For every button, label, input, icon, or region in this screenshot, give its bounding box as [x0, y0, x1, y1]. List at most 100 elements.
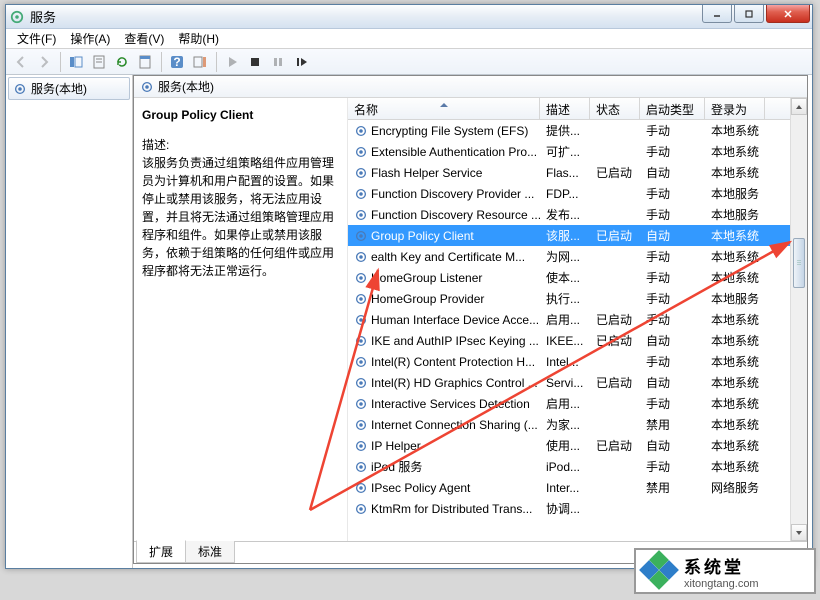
cell-status: 已启动: [590, 311, 640, 328]
cell-startup: 自动: [640, 227, 705, 244]
cell-logon: 本地服务: [705, 290, 765, 307]
service-row[interactable]: Group Policy Client该服...已启动自动本地系统: [348, 225, 790, 246]
svg-text:?: ?: [173, 55, 180, 69]
cell-status: 已启动: [590, 437, 640, 454]
service-row[interactable]: iPod 服务iPod...手动本地系统: [348, 456, 790, 477]
service-row[interactable]: Extensible Authentication Pro...可扩...手动本…: [348, 141, 790, 162]
col-desc[interactable]: 描述: [540, 98, 590, 119]
cell-startup: 禁用: [640, 416, 705, 433]
cell-startup: 手动: [640, 458, 705, 475]
service-row[interactable]: HomeGroup Listener使本...手动本地系统: [348, 267, 790, 288]
service-row[interactable]: IKE and AuthIP IPsec Keying ...IKEE...已启…: [348, 330, 790, 351]
tab-standard[interactable]: 标准: [185, 541, 235, 563]
cell-desc: Inter...: [540, 481, 590, 495]
service-row[interactable]: IP Helper使用...已启动自动本地系统: [348, 435, 790, 456]
menu-help[interactable]: 帮助(H): [171, 28, 226, 49]
cell-logon: 本地系统: [705, 227, 765, 244]
maximize-button[interactable]: [734, 5, 764, 23]
cell-logon: 本地系统: [705, 164, 765, 181]
properties-button[interactable]: [134, 51, 156, 73]
separator: [161, 52, 162, 72]
cell-name: ealth Key and Certificate M...: [348, 250, 540, 264]
cell-name: Intel(R) Content Protection H...: [348, 355, 540, 369]
start-service-button[interactable]: [221, 51, 243, 73]
cell-logon: 网络服务: [705, 479, 765, 496]
service-row[interactable]: Human Interface Device Acce...启用...已启动手动…: [348, 309, 790, 330]
show-hide-tree-button[interactable]: [65, 51, 87, 73]
cell-desc: 该服...: [540, 227, 590, 244]
description-label: 描述:: [142, 136, 339, 154]
service-row[interactable]: Internet Connection Sharing (...为家...禁用本…: [348, 414, 790, 435]
cell-startup: 自动: [640, 374, 705, 391]
minimize-button[interactable]: [702, 5, 732, 23]
cell-name: Flash Helper Service: [348, 166, 540, 180]
tree-pane: 服务(本地): [6, 75, 133, 568]
restart-service-button[interactable]: [290, 51, 312, 73]
menu-view[interactable]: 查看(V): [117, 28, 171, 49]
toolbar: ?: [6, 49, 812, 75]
cell-name: IP Helper: [348, 439, 540, 453]
separator: [216, 52, 217, 72]
stop-service-button[interactable]: [244, 51, 266, 73]
back-button[interactable]: [10, 51, 32, 73]
service-row[interactable]: KtmRm for Distributed Trans...协调...: [348, 498, 790, 519]
cell-startup: 手动: [640, 290, 705, 307]
cell-name: IKE and AuthIP IPsec Keying ...: [348, 334, 540, 348]
cell-desc: Intel...: [540, 355, 590, 369]
scroll-down-button[interactable]: [791, 524, 807, 541]
action-pane-button[interactable]: [189, 51, 211, 73]
col-status[interactable]: 状态: [590, 98, 640, 119]
cell-status: 已启动: [590, 332, 640, 349]
cell-desc: Flas...: [540, 166, 590, 180]
service-row[interactable]: Interactive Services Detection启用...手动本地系…: [348, 393, 790, 414]
cell-status: 已启动: [590, 227, 640, 244]
refresh-button[interactable]: [111, 51, 133, 73]
service-row[interactable]: HomeGroup Provider执行...手动本地服务: [348, 288, 790, 309]
main-title: 服务(本地): [158, 78, 214, 95]
cell-logon: 本地系统: [705, 458, 765, 475]
col-name[interactable]: 名称: [348, 98, 540, 119]
cell-desc: FDP...: [540, 187, 590, 201]
service-row[interactable]: Flash Helper ServiceFlas...已启动自动本地系统: [348, 162, 790, 183]
service-row[interactable]: Encrypting File System (EFS)提供...手动本地系统: [348, 120, 790, 141]
cell-name: Human Interface Device Acce...: [348, 313, 540, 327]
cell-logon: 本地系统: [705, 374, 765, 391]
cell-startup: 自动: [640, 164, 705, 181]
col-logon[interactable]: 登录为: [705, 98, 765, 119]
cell-name: IPsec Policy Agent: [348, 481, 540, 495]
main-header: 服务(本地): [134, 76, 807, 98]
scroll-thumb[interactable]: [793, 238, 805, 288]
scroll-up-button[interactable]: [791, 98, 807, 115]
tab-extended[interactable]: 扩展: [136, 540, 186, 563]
title-bar[interactable]: 服务: [6, 5, 812, 29]
cell-logon: 本地系统: [705, 269, 765, 286]
cell-startup: 手动: [640, 143, 705, 160]
service-row[interactable]: Function Discovery Provider ...FDP...手动本…: [348, 183, 790, 204]
col-startup[interactable]: 启动类型: [640, 98, 705, 119]
service-row[interactable]: Intel(R) Content Protection H...Intel...…: [348, 351, 790, 372]
close-button[interactable]: [766, 5, 810, 23]
menu-action[interactable]: 操作(A): [63, 28, 117, 49]
forward-button[interactable]: [33, 51, 55, 73]
cell-desc: 为家...: [540, 416, 590, 433]
service-row[interactable]: Function Discovery Resource ...发布...手动本地…: [348, 204, 790, 225]
cell-name: Extensible Authentication Pro...: [348, 145, 540, 159]
services-window: 服务 文件(F) 操作(A) 查看(V) 帮助(H) ? 服务(本地) 服务(本…: [5, 4, 813, 569]
service-row[interactable]: Intel(R) HD Graphics Control ...Servi...…: [348, 372, 790, 393]
cell-desc: 发布...: [540, 206, 590, 223]
help-button[interactable]: ?: [166, 51, 188, 73]
cell-desc: 启用...: [540, 311, 590, 328]
cell-desc: 提供...: [540, 122, 590, 139]
tree-node-services-local[interactable]: 服务(本地): [8, 77, 130, 100]
vertical-scrollbar[interactable]: [790, 98, 807, 541]
cell-desc: 启用...: [540, 395, 590, 412]
cell-startup: 手动: [640, 311, 705, 328]
export-button[interactable]: [88, 51, 110, 73]
menu-file[interactable]: 文件(F): [10, 28, 63, 49]
service-row[interactable]: IPsec Policy AgentInter...禁用网络服务: [348, 477, 790, 498]
service-row[interactable]: ealth Key and Certificate M...为网...手动本地系…: [348, 246, 790, 267]
tree-node-label: 服务(本地): [31, 80, 87, 97]
window-title: 服务: [30, 7, 808, 26]
pause-service-button[interactable]: [267, 51, 289, 73]
cell-name: Function Discovery Provider ...: [348, 187, 540, 201]
